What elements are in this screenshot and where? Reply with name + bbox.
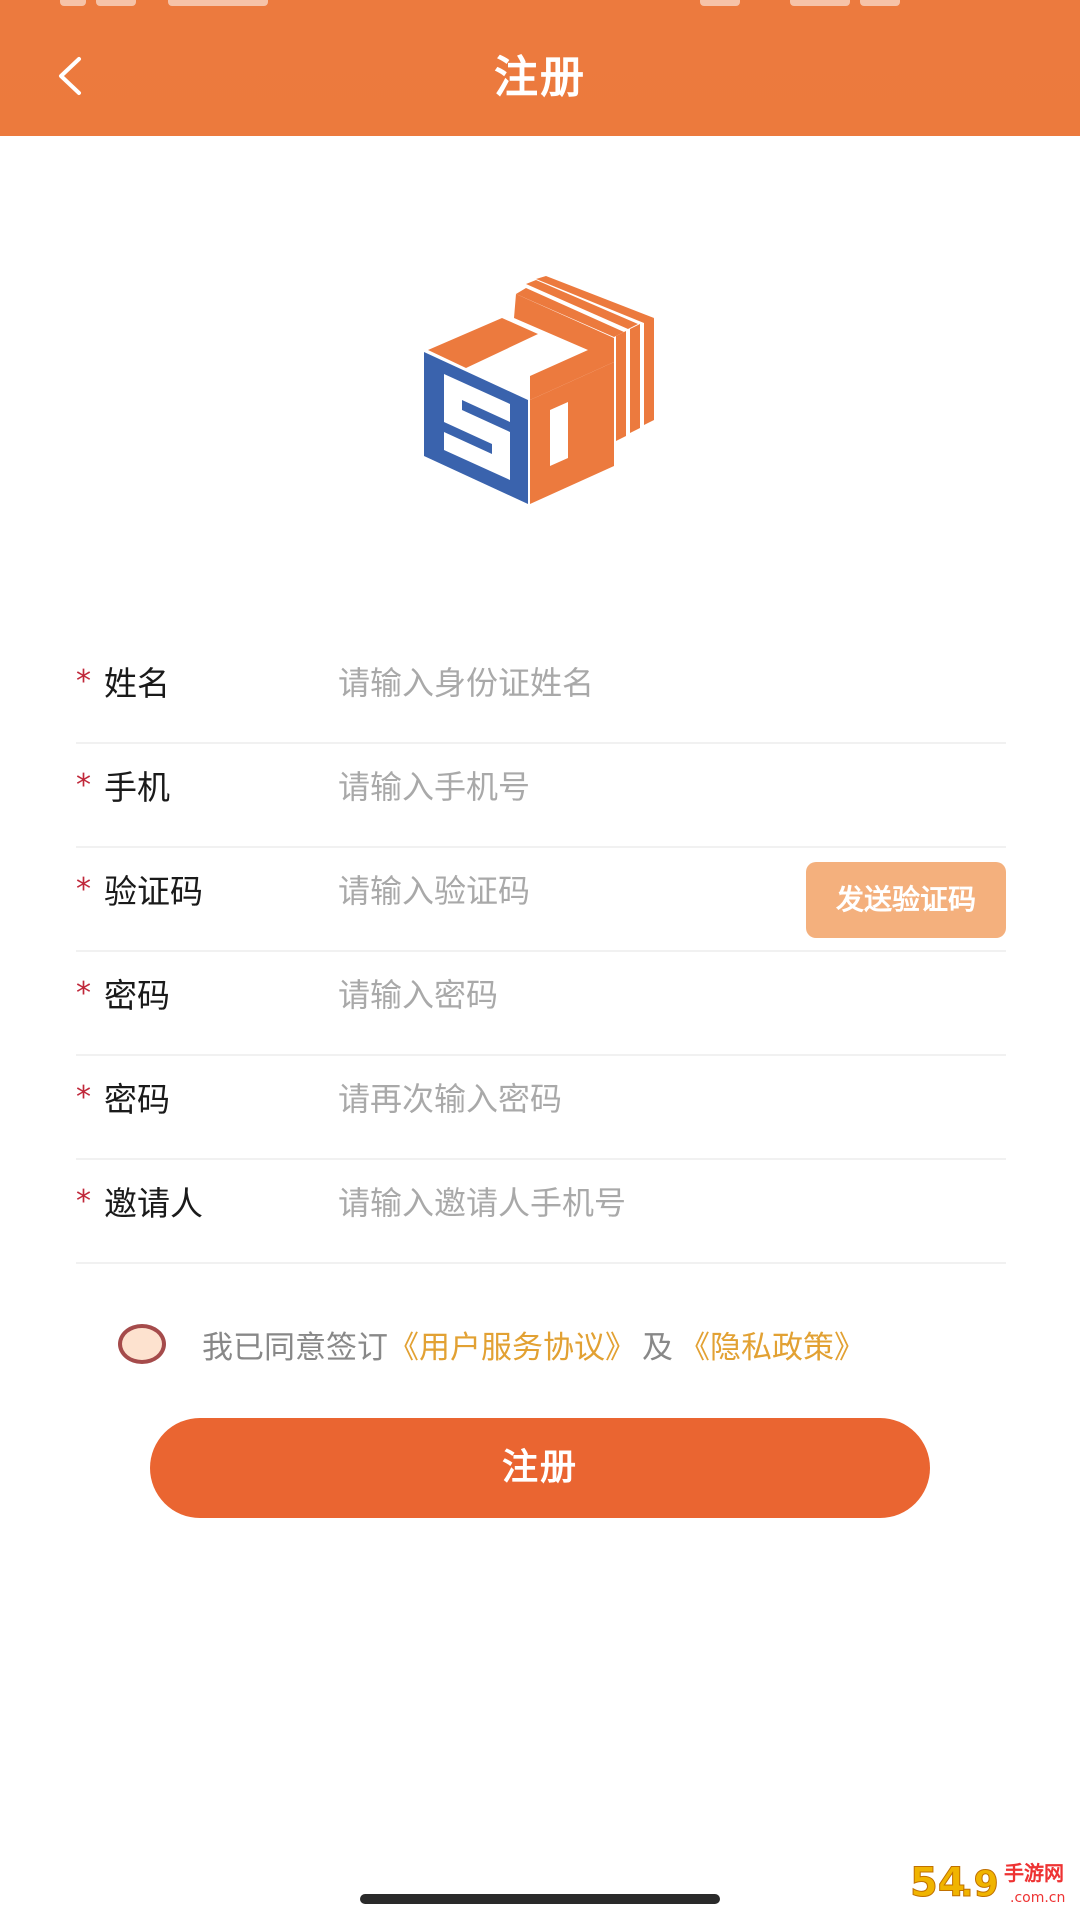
signal-icon [700, 0, 740, 6]
user-agreement-link[interactable]: 《用户服务协议》 [388, 1322, 636, 1367]
verification-code-label: 验证码 [104, 872, 203, 911]
watermark-logo: 54 .9 手游网 .com.cn [904, 1854, 1074, 1910]
app-logo-icon [424, 276, 654, 504]
required-mark: * [76, 976, 91, 1011]
password-row: * 密码 [76, 952, 1006, 1056]
app-header: 注册 [0, 0, 1080, 136]
inviter-phone-input[interactable] [338, 1178, 778, 1228]
status-bar [0, 0, 1080, 14]
privacy-policy-link[interactable]: 《隐私政策》 [679, 1322, 865, 1367]
register-form: * 姓名 * 手机 * 验证码 发送验证码 * 密码 * 密码 * 邀请人 [76, 640, 1006, 1264]
svg-text:54: 54 [910, 1860, 966, 1906]
agreement-prefix: 我已同意签订 [202, 1329, 388, 1366]
inviter-label: 邀请人 [104, 1184, 203, 1223]
status-icon [168, 0, 268, 6]
confirm-password-input[interactable] [338, 1074, 778, 1124]
required-mark: * [76, 768, 91, 803]
required-mark: * [76, 664, 91, 699]
name-label: 姓名 [104, 664, 170, 703]
page-title: 注册 [494, 52, 586, 103]
phone-label: 手机 [104, 768, 170, 807]
home-indicator[interactable] [360, 1894, 720, 1904]
required-mark: * [76, 1080, 91, 1115]
password-label: 密码 [104, 976, 170, 1015]
password-input[interactable] [338, 970, 778, 1020]
confirm-password-label: 密码 [104, 1080, 170, 1119]
agreement-connector: 及 [642, 1329, 673, 1366]
svg-text:.com.cn: .com.cn [1010, 1890, 1065, 1906]
send-code-button[interactable]: 发送验证码 [806, 862, 1006, 938]
register-button[interactable]: 注册 [150, 1418, 930, 1518]
wifi-icon [790, 0, 850, 6]
name-input[interactable] [338, 658, 778, 708]
verification-code-input[interactable] [338, 866, 698, 916]
status-icon [60, 0, 86, 6]
battery-icon [860, 0, 900, 6]
name-row: * 姓名 [76, 640, 1006, 744]
verification-code-row: * 验证码 发送验证码 [76, 848, 1006, 952]
agreement-row: 我已同意签订 《用户服务协议》 及 《隐私政策》 [118, 1318, 865, 1370]
agreement-checkbox[interactable] [118, 1324, 166, 1364]
status-icon [96, 0, 136, 6]
phone-input[interactable] [338, 762, 778, 812]
required-mark: * [76, 872, 91, 907]
phone-row: * 手机 [76, 744, 1006, 848]
required-mark: * [76, 1184, 91, 1219]
confirm-password-row: * 密码 [76, 1056, 1006, 1160]
inviter-row: * 邀请人 [76, 1160, 1006, 1264]
svg-text:手游网: 手游网 [1004, 1861, 1064, 1885]
svg-text:.9: .9 [960, 1864, 999, 1905]
